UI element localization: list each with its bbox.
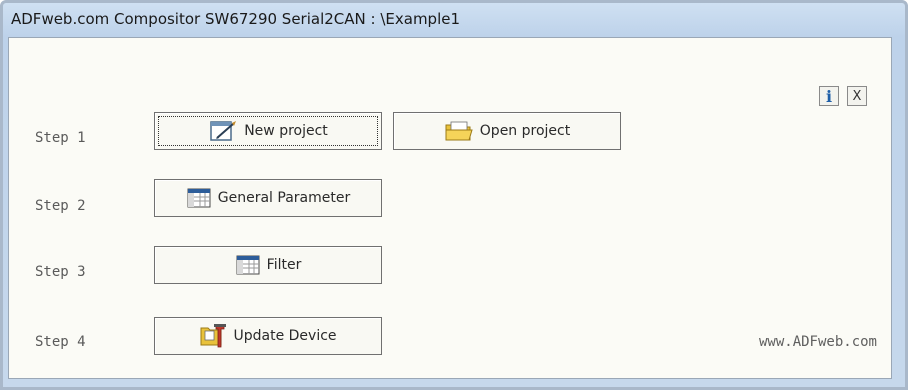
general-parameter-label: General Parameter — [217, 190, 351, 206]
filter-label: Filter — [266, 257, 302, 273]
step-3-label: Step 3 — [35, 264, 86, 280]
info-button[interactable]: i — [819, 86, 839, 106]
general-parameter-button[interactable]: General Parameter — [154, 179, 382, 217]
open-project-button[interactable]: Open project — [393, 112, 621, 150]
new-project-icon — [208, 119, 238, 143]
table-icon — [186, 186, 212, 210]
update-device-icon — [199, 323, 227, 349]
close-icon: X — [852, 88, 862, 104]
step-1-label: Step 1 — [35, 130, 86, 146]
table-icon — [235, 253, 261, 277]
app-window: ADFweb.com Compositor SW67290 Serial2CAN… — [0, 0, 908, 390]
close-button[interactable]: X — [847, 86, 867, 106]
main-panel: i X Step 1 Step 2 Step 3 Step 4 New proj… — [8, 37, 892, 379]
new-project-button[interactable]: New project — [154, 112, 382, 150]
title-bar[interactable]: ADFweb.com Compositor SW67290 Serial2CAN… — [3, 3, 905, 37]
update-device-button[interactable]: Update Device — [154, 317, 382, 355]
step-2-label: Step 2 — [35, 198, 86, 214]
filter-button[interactable]: Filter — [154, 246, 382, 284]
open-project-label: Open project — [479, 123, 571, 139]
window-title: ADFweb.com Compositor SW67290 Serial2CAN… — [11, 10, 461, 28]
folder-open-icon — [444, 119, 474, 143]
new-project-label: New project — [244, 123, 328, 139]
step-4-label: Step 4 — [35, 334, 86, 350]
website-url: www.ADFweb.com — [758, 334, 877, 350]
info-icon: i — [825, 86, 833, 106]
update-device-label: Update Device — [233, 328, 337, 344]
